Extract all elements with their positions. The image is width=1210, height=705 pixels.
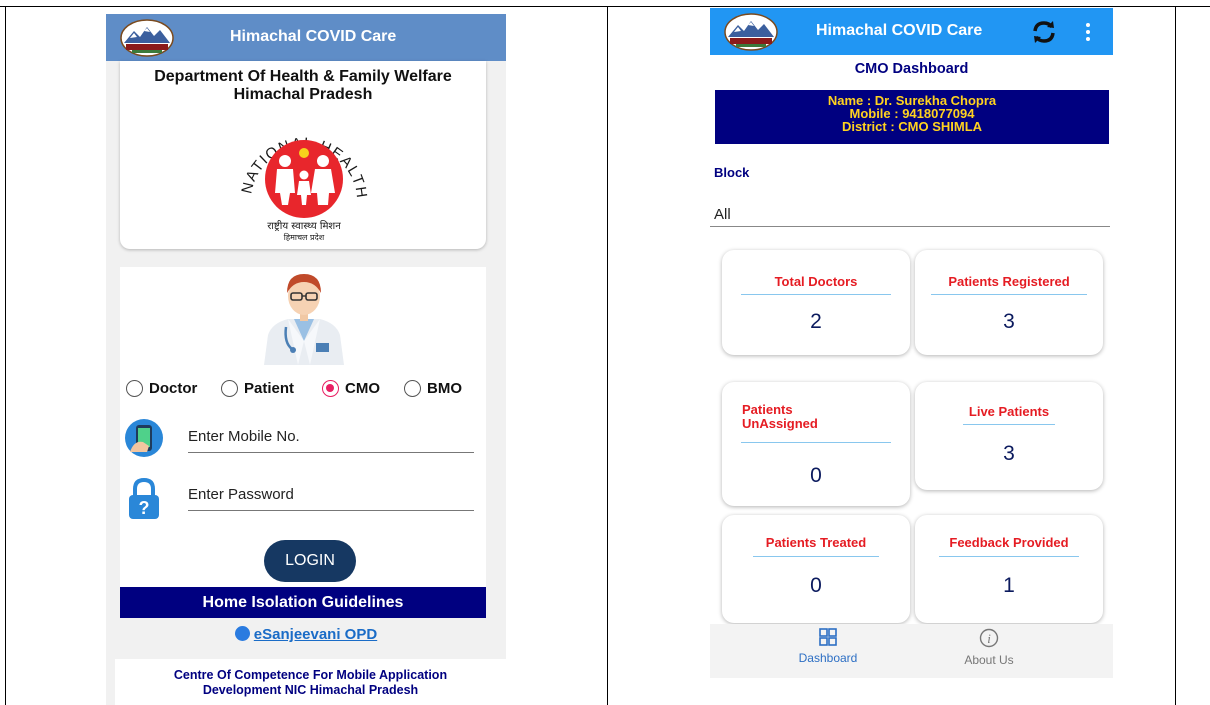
svg-text:i: i [987,631,991,646]
card-label: Total Doctors [774,274,858,289]
department-title: Department Of Health & Family Welfare Hi… [120,68,486,104]
card-total-doctors[interactable]: Total Doctors 2 [722,250,910,355]
lock-icon: ? [129,477,159,519]
card-divider [939,556,1079,557]
card-feedback-provided[interactable]: Feedback Provided 1 [915,515,1103,623]
card-patients-treated[interactable]: Patients Treated 0 [722,515,910,623]
role-patient-radio[interactable] [221,379,238,397]
department-line-2: Himachal Pradesh [233,86,373,103]
card-value: 0 [810,574,822,597]
nhm-hindi-line-2: हिमाचल प्रदेश [284,232,325,242]
officer-info-banner: Name : Dr. Surekha Chopra Mobile : 94180… [715,90,1109,144]
card-value: 2 [810,310,822,333]
card-label-line-1: Patients [742,402,793,417]
card-patients-registered[interactable]: Patients Registered 3 [915,250,1103,355]
dashboard-grid-icon [819,628,837,646]
footer-line-2: Development NIC Himachal Pradesh [202,683,419,697]
nav-dashboard[interactable]: Dashboard [773,628,883,665]
role-doctor-label: Doctor [149,379,198,397]
card-live-patients[interactable]: Live Patients 3 [915,382,1103,490]
card-value: 1 [1003,574,1015,597]
password-input-placeholder[interactable]: Enter Password [188,486,294,503]
role-doctor-radio[interactable] [126,379,143,397]
nhm-hindi-line-1: राष्ट्रीय स्वास्थ्य मिशन [267,220,341,232]
card-divider [741,442,891,443]
card-value: 3 [1003,442,1015,465]
role-bmo-radio[interactable] [404,379,421,397]
department-card: Department Of Health & Family Welfare Hi… [120,61,486,249]
info-icon: i [979,628,999,648]
frame-top-border [0,6,1210,7]
card-value: 3 [1003,310,1015,333]
frame-left-border [5,6,6,705]
login-button[interactable]: LOGIN [264,540,356,582]
home-isolation-guidelines-button[interactable]: Home Isolation Guidelines [120,587,486,618]
nav-about-us-label: About Us [964,653,1014,667]
nav-about-us[interactable]: i About Us [934,628,1044,667]
card-label: Patients UnAssigned [722,403,910,431]
himachal-emblem-icon [120,19,174,57]
more-options-icon[interactable] [1085,22,1091,42]
app-title: Himachal COVID Care [816,22,983,39]
card-label-line-2: UnAssigned [742,416,818,431]
footer-credits: Centre Of Competence For Mobile Applicat… [115,659,506,705]
nav-dashboard-label: Dashboard [798,651,858,665]
card-label: Patients Treated [765,535,867,550]
block-label: Block [714,165,750,180]
nhm-logo: NATIONAL HEALTH MISSION राष्ट्रीय स्वास्… [229,109,369,242]
esanjeevani-link[interactable]: eSanjeevani OPD [106,626,506,643]
mobile-field[interactable]: Enter Mobile No. [124,418,480,462]
card-label: Feedback Provided [949,535,1069,550]
role-cmo-radio[interactable] [322,379,339,397]
frame-right-border [1175,6,1176,705]
password-underline [188,510,474,511]
role-cmo[interactable]: CMO [322,376,380,400]
app-bar: Himachal COVID Care [710,8,1113,55]
card-value: 0 [810,464,822,487]
department-line-1: Department Of Health & Family Welfare [154,68,452,85]
himachal-emblem-icon [724,13,778,51]
role-patient[interactable]: Patient [221,376,294,400]
role-doctor[interactable]: Doctor [126,376,197,400]
mobile-underline [188,452,474,453]
role-patient-label: Patient [244,379,295,397]
card-divider [931,294,1087,295]
card-label: Live Patients [968,404,1050,419]
card-patients-unassigned[interactable]: Patients UnAssigned 0 [722,382,910,506]
block-select[interactable]: All [714,206,731,223]
app-bar: Himachal COVID Care [106,14,506,61]
role-bmo[interactable]: BMO [404,376,462,400]
esanjeevani-label: eSanjeevani OPD [253,626,378,643]
bottom-navigation: Dashboard i About Us [710,624,1113,678]
app-title: Himachal COVID Care [230,28,397,45]
dashboard-title: CMO Dashboard [854,61,969,77]
card-divider [741,294,891,295]
mobile-phone-icon [125,419,163,457]
login-card: Doctor Patient CMO BMO Enter Mobile No. … [120,267,486,602]
refresh-icon[interactable] [1030,18,1058,46]
role-selector: Doctor Patient CMO BMO [126,376,486,400]
role-bmo-label: BMO [427,379,462,397]
block-underline [710,226,1110,227]
card-divider [753,556,879,557]
login-screen: Himachal COVID Care Department Of Health… [106,14,506,705]
globe-icon [234,626,250,641]
password-field[interactable]: ? Enter Password [124,476,480,520]
frame-middle-divider [607,6,608,705]
card-divider [963,424,1055,425]
dashboard-screen: Himachal COVID Care CMO Dashboard Name :… [710,8,1113,678]
card-label: Patients Registered [948,274,1070,289]
role-cmo-label: CMO [345,379,380,397]
officer-district: District : CMO SHIMLA [841,119,983,134]
mobile-input-placeholder[interactable]: Enter Mobile No. [188,428,300,445]
doctor-avatar-icon [264,274,344,365]
svg-text:?: ? [139,498,150,518]
footer-line-1: Centre Of Competence For Mobile Applicat… [173,668,448,682]
